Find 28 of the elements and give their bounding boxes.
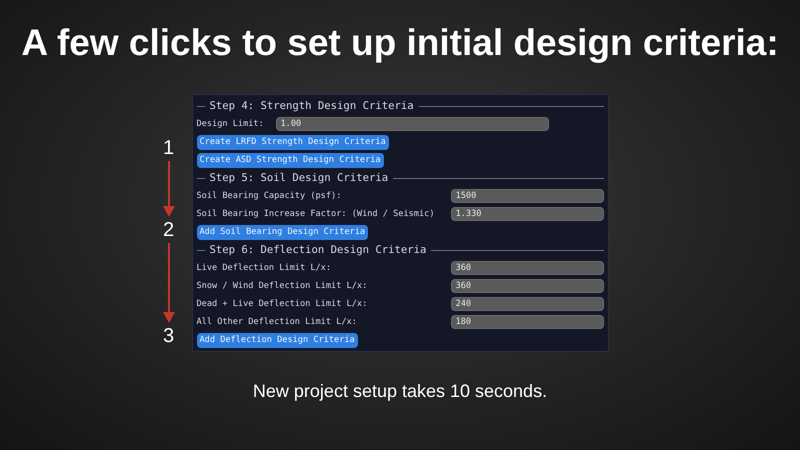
field-label: Soil Bearing Capacity (psf): xyxy=(196,191,342,201)
criteria-button[interactable]: Add Deflection Design Criteria xyxy=(196,332,358,348)
field-label: Soil Bearing Increase Factor: (Wind / Seismic) xyxy=(196,209,436,219)
down-arrow-icon xyxy=(162,161,174,217)
input-field[interactable]: 1.330 xyxy=(450,207,604,221)
input-field[interactable]: 1500 xyxy=(450,189,604,203)
field-label: Dead + Live Deflection Limit L/x: xyxy=(196,299,368,309)
section-heading: Step 6: Deflection Design Criteria xyxy=(210,244,426,256)
input-field[interactable]: 180 xyxy=(450,315,604,329)
field-label: Design Limit: xyxy=(196,119,265,129)
step-number: 2 xyxy=(162,220,174,240)
field-label: Live Deflection Limit L/x: xyxy=(196,263,332,273)
criteria-button[interactable]: Add Soil Bearing Design Criteria xyxy=(196,224,368,240)
step-number: 3 xyxy=(162,326,174,346)
input-field[interactable]: 360 xyxy=(450,279,604,293)
input-field[interactable]: 240 xyxy=(450,297,604,311)
section-heading: Step 5: Soil Design Criteria xyxy=(210,172,388,184)
step-number: 1 xyxy=(162,138,174,158)
slide-caption: New project setup takes 10 seconds. xyxy=(252,381,548,402)
input-field[interactable]: 360 xyxy=(450,261,604,275)
section-heading: Step 4: Strength Design Criteria xyxy=(210,100,414,112)
input-field[interactable]: 1.00 xyxy=(276,117,548,131)
field-label: All Other Deflection Limit L/x: xyxy=(196,317,358,327)
criteria-button[interactable]: Create ASD Strength Design Criteria xyxy=(196,152,384,168)
criteria-button[interactable]: Create LRFD Strength Design Criteria xyxy=(196,134,389,150)
slide-title: A few clicks to set up initial design criteria: xyxy=(21,21,779,65)
down-arrow-icon xyxy=(162,243,174,323)
field-label: Snow / Wind Deflection Limit L/x: xyxy=(196,281,368,291)
